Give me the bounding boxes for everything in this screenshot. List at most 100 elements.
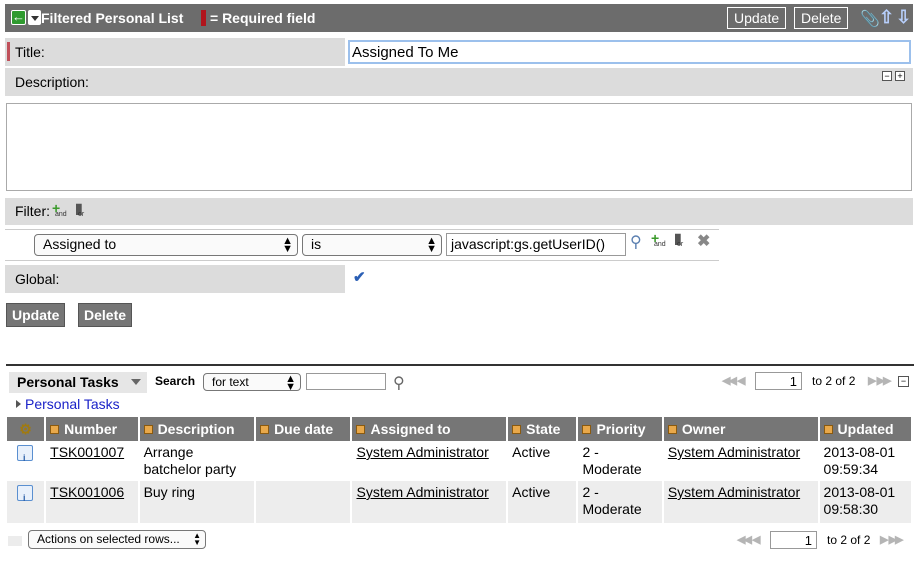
cell-due-date	[255, 481, 353, 523]
record-info-icon[interactable]	[17, 485, 33, 507]
column-header-due-date[interactable]: Due date	[255, 417, 353, 441]
column-header-state[interactable]: State	[507, 417, 579, 441]
column-context-icon[interactable]	[512, 425, 522, 434]
magnify-icon[interactable]: ⚲	[630, 232, 642, 252]
first-page-icon[interactable]: ◀◀ ◀	[737, 533, 760, 546]
attachment-icon[interactable]: 📎	[860, 9, 880, 28]
column-context-icon[interactable]	[260, 425, 270, 434]
tasks-table: ⚙ Number Description Due date Assigned t…	[7, 417, 911, 523]
list-title-menu[interactable]: Personal Tasks	[9, 372, 147, 393]
cell-owner: System Administrator	[662, 441, 820, 481]
cell-owner: System Administrator	[662, 481, 820, 523]
search-input[interactable]	[306, 373, 386, 390]
description-label: Description:	[15, 74, 89, 90]
title-label: Title:	[15, 44, 45, 60]
footer-page-range-text: to 2 of 2	[827, 533, 871, 547]
page-input[interactable]: 1	[755, 372, 802, 390]
filter-label: Filter:	[15, 203, 50, 219]
condition-value-input[interactable]: javascript:gs.getUserID()	[446, 233, 626, 256]
table-row: TSK001006 Buy ring System Administrator …	[7, 481, 911, 523]
collapse-list-icon[interactable]: −	[898, 376, 909, 387]
column-context-icon[interactable]	[356, 425, 366, 434]
row-info-cell	[7, 441, 47, 481]
assigned-to-link[interactable]: System Administrator	[356, 444, 488, 460]
cell-updated: 2013-08-01 09:59:34	[818, 441, 911, 481]
delete-button[interactable]: Delete	[78, 303, 133, 327]
next-page-icon[interactable]: ▶ ▶▶	[868, 374, 891, 387]
condition-operator-select[interactable]: is ▲ ▼	[302, 234, 442, 256]
form-header: ← Filtered Personal List = Required fiel…	[5, 4, 913, 32]
cell-priority: 2 - Moderate	[577, 441, 664, 481]
delete-x-icon[interactable]: ✖	[697, 231, 710, 251]
first-page-icon[interactable]: ◀◀ ◀	[722, 374, 745, 387]
owner-link[interactable]: System Administrator	[668, 444, 800, 460]
column-context-icon[interactable]	[823, 425, 833, 434]
collapse-icon[interactable]: −	[882, 71, 892, 81]
list-title: Personal Tasks	[17, 374, 119, 390]
next-page-icon[interactable]: ▶ ▶▶	[880, 533, 903, 546]
required-marker-icon	[201, 10, 206, 26]
cell-priority: 2 - Moderate	[577, 481, 664, 523]
column-header-number[interactable]: Number	[45, 417, 140, 441]
add-and-icon[interactable]: + and	[651, 231, 666, 248]
add-or-icon[interactable]: ▮ or	[674, 231, 688, 248]
record-number-link[interactable]: TSK001006	[50, 484, 124, 500]
column-context-icon[interactable]	[667, 425, 677, 434]
column-header-priority[interactable]: Priority	[577, 417, 664, 441]
cell-description: Buy ring	[138, 481, 257, 523]
page-range-text: to 2 of 2	[812, 374, 856, 388]
global-label: Global:	[15, 271, 60, 287]
previous-record-icon[interactable]: ⇧	[879, 7, 894, 28]
update-button[interactable]: Update	[6, 303, 66, 327]
footer-page-input[interactable]: 1	[770, 531, 817, 549]
global-label-cell: Global:	[5, 265, 345, 293]
owner-link[interactable]: System Administrator	[668, 484, 800, 500]
cell-number: TSK001007	[45, 441, 140, 481]
column-header-description[interactable]: Description	[138, 417, 257, 441]
assigned-to-link[interactable]: System Administrator	[356, 484, 488, 500]
chevron-down-icon	[131, 379, 141, 385]
back-arrow-icon[interactable]: ←	[11, 10, 26, 25]
cell-updated: 2013-08-01 09:58:30	[818, 481, 911, 523]
search-icon[interactable]: ⚲	[393, 373, 405, 393]
search-mode-select[interactable]: for text ▲ ▼	[203, 373, 301, 393]
next-record-icon[interactable]: ⇩	[896, 7, 911, 28]
record-number-link[interactable]: TSK001007	[50, 444, 124, 460]
form-title: Filtered Personal List	[41, 10, 184, 26]
expand-icon[interactable]: +	[895, 71, 905, 81]
breadcrumb-link[interactable]: Personal Tasks	[25, 396, 120, 412]
breadcrumb[interactable]: Personal Tasks	[16, 396, 120, 412]
header-delete-button[interactable]: Delete	[794, 7, 849, 29]
cell-due-date	[255, 441, 353, 481]
cell-state: Active	[507, 481, 579, 523]
global-checkbox[interactable]: ✔	[353, 268, 367, 286]
title-input[interactable]	[348, 40, 911, 64]
description-textarea[interactable]	[6, 103, 912, 191]
header-update-button[interactable]: Update	[727, 7, 787, 29]
column-context-icon[interactable]	[582, 425, 592, 434]
column-context-icon[interactable]	[50, 425, 60, 434]
add-and-icon[interactable]: + and	[52, 201, 67, 218]
required-legend: = Required field	[210, 10, 316, 26]
row-info-cell	[7, 481, 47, 523]
condition-field-select[interactable]: Assigned to ▲ ▼	[34, 234, 298, 256]
column-header-updated[interactable]: Updated	[818, 417, 911, 441]
column-context-icon[interactable]	[143, 425, 153, 434]
gear-icon[interactable]: ⚙	[19, 421, 32, 437]
section-divider	[6, 364, 914, 366]
breadcrumb-arrow-icon	[16, 400, 21, 408]
title-label-cell: Title:	[5, 38, 345, 66]
select-all-checkbox[interactable]	[8, 536, 22, 546]
menu-arrow-icon[interactable]	[28, 10, 41, 25]
add-or-icon[interactable]: ▮ or	[75, 201, 89, 218]
cell-description: Arrange batchelor party	[138, 441, 257, 481]
actions-select[interactable]: Actions on selected rows... ▲ ▼	[28, 530, 206, 549]
record-info-icon[interactable]	[17, 445, 33, 467]
filter-label-cell: Filter: + and ▮ or	[5, 198, 913, 225]
column-header-assigned-to[interactable]: Assigned to	[351, 417, 509, 441]
cell-assigned-to: System Administrator	[351, 441, 509, 481]
table-row: TSK001007 Arrangebatchelor party System …	[7, 441, 911, 481]
required-marker-icon	[7, 42, 10, 61]
column-settings[interactable]: ⚙	[7, 417, 47, 441]
column-header-owner[interactable]: Owner	[662, 417, 820, 441]
